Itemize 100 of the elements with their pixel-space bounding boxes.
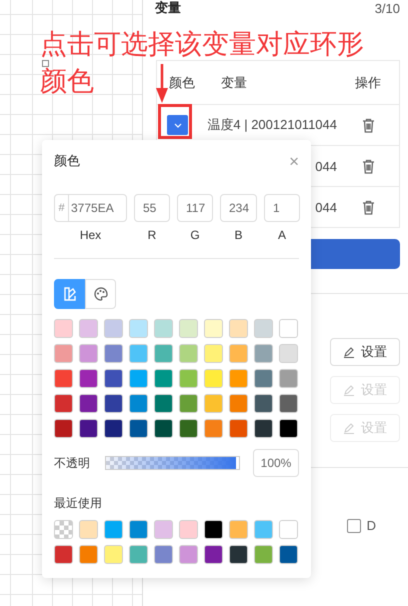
swatch-book-icon [62, 287, 76, 301]
field-label: B [234, 228, 242, 242]
color-swatch[interactable] [154, 319, 173, 338]
opacity-slider[interactable] [106, 457, 239, 469]
color-swatch[interactable] [179, 319, 198, 338]
recent-title: 最近使用 [54, 495, 103, 512]
resize-handle[interactable] [42, 60, 49, 67]
color-swatch[interactable] [79, 319, 98, 338]
color-swatch[interactable] [129, 419, 148, 438]
color-swatch[interactable] [154, 419, 173, 438]
color-swatch[interactable] [254, 394, 273, 413]
color-swatch[interactable] [54, 319, 73, 338]
highlight-frame [158, 104, 192, 139]
annotation-text: 颜色 [40, 67, 94, 95]
color-swatch[interactable] [229, 344, 248, 363]
color-swatch[interactable] [154, 545, 173, 564]
table-cell: 044 [315, 158, 337, 174]
color-swatch[interactable] [204, 419, 223, 438]
color-swatch[interactable] [204, 369, 223, 388]
color-swatch[interactable] [54, 419, 73, 438]
trash-icon [362, 118, 374, 132]
color-swatch[interactable] [79, 394, 98, 413]
chevron-down-icon [174, 122, 182, 128]
color-swatch[interactable] [129, 545, 148, 564]
trash-icon [362, 200, 374, 214]
color-swatch[interactable] [229, 520, 248, 539]
color-swatch[interactable] [79, 369, 98, 388]
color-swatch[interactable] [79, 419, 98, 438]
color-swatch[interactable] [129, 394, 148, 413]
color-swatch[interactable] [129, 369, 148, 388]
color-swatch[interactable] [229, 394, 248, 413]
opacity-field[interactable]: 100% [253, 449, 299, 477]
transparent-swatch[interactable] [54, 520, 73, 539]
color-swatch[interactable] [179, 344, 198, 363]
color-swatch[interactable] [154, 520, 173, 539]
value-field[interactable]: 234 [220, 194, 257, 222]
color-swatch[interactable] [179, 520, 198, 539]
color-swatch[interactable] [154, 369, 173, 388]
color-swatch[interactable] [104, 419, 123, 438]
color-swatch[interactable] [79, 520, 98, 539]
value-field[interactable]: # 3775EA [54, 194, 127, 222]
variable-count: 3/10 [374, 0, 400, 16]
color-swatch[interactable] [204, 394, 223, 413]
color-swatch[interactable] [104, 319, 123, 338]
color-swatch[interactable] [254, 369, 273, 388]
color-swatch[interactable] [129, 319, 148, 338]
color-swatch[interactable] [254, 520, 273, 539]
value-field[interactable]: 1 [264, 194, 300, 222]
color-swatch[interactable] [254, 545, 273, 564]
color-swatch[interactable] [279, 344, 298, 363]
color-swatch[interactable] [229, 419, 248, 438]
color-button[interactable] [167, 115, 188, 135]
color-swatch[interactable] [54, 394, 73, 413]
color-swatch[interactable] [204, 344, 223, 363]
color-swatch[interactable] [179, 369, 198, 388]
field-label: Hex [80, 228, 102, 242]
color-swatch[interactable] [129, 520, 148, 539]
color-swatch[interactable] [204, 520, 223, 539]
color-swatch[interactable] [79, 545, 98, 564]
color-swatch[interactable] [104, 545, 123, 564]
color-swatch[interactable] [104, 369, 123, 388]
color-swatch[interactable] [179, 545, 198, 564]
color-swatch[interactable] [279, 419, 298, 438]
panel-title: 变量 [155, 0, 181, 17]
checkbox[interactable] [346, 518, 361, 532]
color-swatch[interactable] [104, 394, 123, 413]
popup-title: 颜色 [54, 152, 80, 170]
color-swatch[interactable] [254, 319, 273, 338]
color-swatch[interactable] [204, 545, 223, 564]
color-swatch[interactable] [204, 319, 223, 338]
color-swatch[interactable] [179, 419, 198, 438]
color-swatch[interactable] [54, 545, 73, 564]
color-swatch[interactable] [229, 545, 248, 564]
color-swatch[interactable] [104, 520, 123, 539]
delete-button[interactable] [362, 158, 374, 174]
color-swatch[interactable] [104, 344, 123, 363]
color-swatch[interactable] [229, 319, 248, 338]
color-swatch[interactable] [254, 419, 273, 438]
color-swatch[interactable] [154, 394, 173, 413]
setting-button[interactable]: 设置 [330, 338, 400, 366]
color-swatch[interactable] [129, 344, 148, 363]
value-field[interactable]: 55 [134, 194, 170, 222]
color-swatch[interactable] [279, 545, 298, 564]
color-swatch[interactable] [279, 319, 298, 338]
delete-button[interactable] [362, 118, 374, 132]
delete-button[interactable] [362, 200, 374, 214]
table-cell: 044 [315, 200, 337, 214]
color-swatch[interactable] [229, 369, 248, 388]
value-field[interactable]: 117 [177, 194, 213, 222]
color-swatch[interactable] [54, 344, 73, 363]
pencil-icon [343, 422, 355, 434]
color-swatch[interactable] [254, 344, 273, 363]
field-label: A [278, 228, 286, 242]
color-swatch[interactable] [279, 369, 298, 388]
color-swatch[interactable] [279, 520, 298, 539]
color-swatch[interactable] [154, 344, 173, 363]
color-swatch[interactable] [79, 344, 98, 363]
color-swatch[interactable] [54, 369, 73, 388]
color-swatch[interactable] [179, 394, 198, 413]
color-swatch[interactable] [279, 394, 298, 413]
